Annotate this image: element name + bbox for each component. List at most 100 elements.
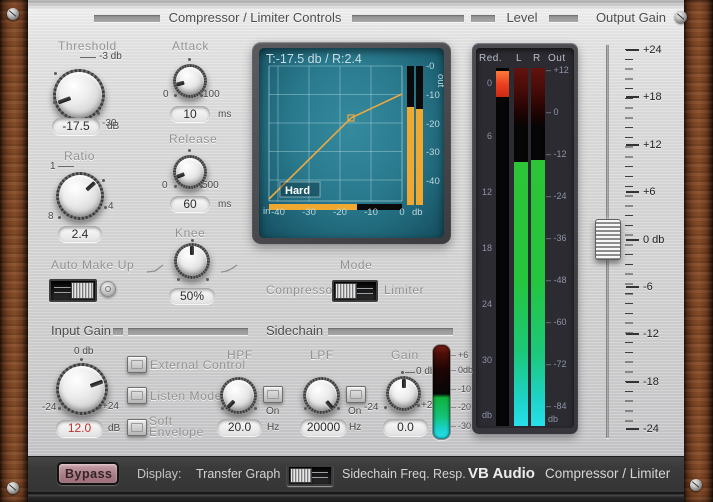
- lpf-unit: Hz: [349, 422, 361, 433]
- screw-icon: [7, 482, 19, 494]
- scale-dash: [626, 144, 639, 146]
- svg-text:-0: -0: [426, 61, 434, 72]
- brand-name: VB Audio: [468, 465, 535, 482]
- wood-frame-right: [684, 0, 713, 502]
- tick-dot: [188, 149, 191, 152]
- graph-y-axis-label: out: [435, 74, 444, 88]
- attack-knob[interactable]: [173, 64, 207, 98]
- bypass-button[interactable]: Bypass: [57, 462, 119, 485]
- release-label: Release: [169, 132, 217, 146]
- tick-dot: [53, 101, 56, 104]
- input-gain-section-title: Input Gain: [51, 323, 111, 338]
- input-gain-max-label: +24: [102, 401, 119, 412]
- soft-envelope-checkbox[interactable]: [127, 419, 147, 436]
- tick-dot: [206, 278, 209, 281]
- tick-dot: [177, 278, 180, 281]
- output-gain-slider-handle[interactable]: [595, 219, 621, 260]
- release-value[interactable]: 60: [170, 196, 210, 212]
- attack-value[interactable]: 10: [170, 106, 210, 122]
- auto-makeup-switch[interactable]: [49, 279, 97, 302]
- hpf-value[interactable]: 20.0: [217, 419, 262, 436]
- ratio-value[interactable]: 2.4: [58, 226, 102, 242]
- tick-dot: [58, 407, 61, 410]
- switch-handle: [71, 282, 94, 299]
- meter-signal: [531, 160, 545, 426]
- display-option-sidechain-freq[interactable]: Sidechain Freq. Resp.: [342, 467, 466, 481]
- input-gain-min-label: -24: [42, 402, 56, 413]
- switch-handle: [335, 283, 357, 299]
- tick-dot: [191, 239, 194, 242]
- attack-unit: ms: [218, 109, 231, 120]
- svg-text:-30: -30: [426, 147, 440, 158]
- threshold-max-label: -3 db: [99, 51, 122, 62]
- tick-dot: [54, 72, 57, 75]
- sidechain-gain-value[interactable]: 0.0: [383, 419, 428, 436]
- header-bar: [352, 15, 464, 22]
- plugin-window: Compressor / Limiter Controls Level Outp…: [0, 0, 713, 502]
- auto-makeup-reset-button[interactable]: [100, 281, 116, 297]
- input-gain-top-label: 0 db: [74, 346, 93, 357]
- display-option-transfer-graph[interactable]: Transfer Graph: [196, 467, 280, 481]
- knee-knob[interactable]: [174, 243, 210, 279]
- external-control-checkbox[interactable]: [127, 356, 147, 373]
- ratio-knob[interactable]: [56, 172, 104, 220]
- lpf-knob[interactable]: [303, 377, 340, 414]
- svg-text:-20: -20: [426, 119, 440, 130]
- scale-dash: [626, 381, 639, 383]
- header-bar: [94, 15, 160, 22]
- input-gain-value[interactable]: 12.0: [56, 420, 103, 437]
- sidechain-gain-label: Gain: [391, 348, 419, 362]
- lpf-on-label: On: [348, 406, 361, 417]
- ratio-tick-8: 8: [48, 211, 54, 222]
- wood-frame-left: [0, 0, 28, 502]
- knob-pointer: [402, 376, 406, 394]
- input-gain-unit: dB: [108, 423, 120, 434]
- level-meter-left: [514, 68, 528, 426]
- hpf-label: HPF: [227, 348, 253, 362]
- level-meter-panel: Red. L R Out 0 6 12 18 24 30 db +12 0 -1…: [472, 43, 578, 434]
- out-column-header: Out: [548, 53, 566, 64]
- tick-dot: [384, 406, 387, 409]
- sidechain-level-meter: [432, 344, 451, 440]
- hpf-on-checkbox[interactable]: [263, 386, 283, 403]
- tick-dot: [401, 371, 404, 374]
- ratio-tick-4: 4: [108, 201, 114, 212]
- ratio-tick-line: [58, 166, 74, 167]
- graph-output-meter-r: [416, 109, 423, 205]
- hpf-unit: Hz: [267, 422, 279, 433]
- hpf-on-label: On: [266, 406, 279, 417]
- tick-dot: [98, 406, 101, 409]
- lpf-value[interactable]: 20000: [300, 419, 347, 436]
- sc-gain-top-tick: [405, 372, 415, 373]
- lpf-on-checkbox[interactable]: [346, 386, 366, 403]
- svg-text:-40: -40: [426, 176, 440, 187]
- ratio-label: Ratio: [64, 149, 95, 163]
- scale-dash: [626, 428, 639, 430]
- mode-switch[interactable]: [332, 280, 378, 302]
- attack-max-label: 100: [203, 89, 220, 100]
- reduction-scale-unit: db: [478, 410, 492, 420]
- sidechain-gain-knob[interactable]: [386, 376, 421, 411]
- header-bar: [128, 328, 248, 335]
- hpf-knob[interactable]: [220, 377, 257, 414]
- knee-value[interactable]: 50%: [169, 288, 215, 304]
- tick-dot: [337, 407, 340, 410]
- tick-dot: [254, 407, 257, 410]
- header-bar: [471, 15, 495, 22]
- threshold-unit: dB: [107, 121, 119, 132]
- output-gain-scale: +24 +18 +12 +6 0 db -6 -12 -18 -24: [626, 44, 684, 435]
- tick-dot: [80, 358, 83, 361]
- meter-headroom-glow: [531, 68, 545, 128]
- reduction-column-header: Red.: [479, 53, 502, 64]
- mode-limiter-label: Limiter: [384, 283, 424, 297]
- footer-bar: Bypass Display: Transfer Graph Sidechain…: [28, 456, 684, 493]
- display-switch[interactable]: [287, 465, 333, 486]
- controls-section-title: Compressor / Limiter Controls: [160, 10, 350, 25]
- scale-dash: [626, 333, 639, 335]
- knee-label: Knee: [175, 226, 205, 240]
- transfer-graph: Hard T:-17.5 db / R:2.4 in -40 -30 -20 -…: [259, 48, 444, 238]
- listen-mode-checkbox[interactable]: [127, 387, 147, 404]
- level-section-title: Level: [494, 10, 550, 25]
- threshold-value[interactable]: -17.5: [52, 118, 100, 135]
- reduction-meter: [496, 68, 509, 426]
